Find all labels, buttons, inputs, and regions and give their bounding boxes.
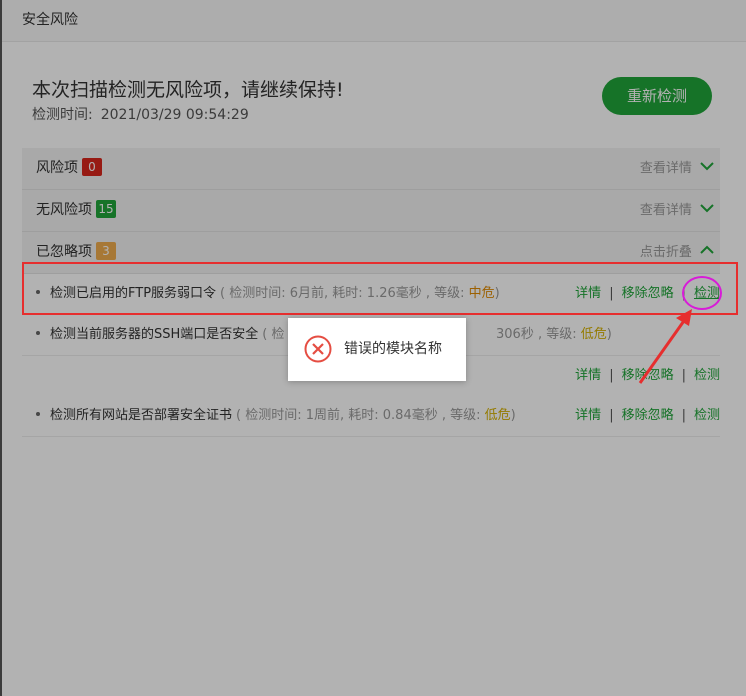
separator: | [609,368,614,383]
collapse-toggle[interactable]: 点击折叠 [640,232,720,273]
meta-text: 306秒 , 等级: [496,327,581,342]
details-link[interactable]: 详情 [575,286,601,301]
group-label: 风险项 [36,160,78,176]
ignored-item-ssl: 检测所有网站是否部署安全证书( 检测时间: 1周前, 耗时: 0.84毫秒 , … [22,396,720,437]
meta-text: ( 检测时间: 6月前, 耗时: 1.26毫秒 , 等级: [220,286,469,301]
toggle-label: 查看详情 [639,161,692,176]
item-meta: ( 检测时间: 6月前, 耗时: 1.26毫秒 , 等级: 中危) [220,286,500,301]
chevron-down-icon [700,162,714,171]
level-badge: 低危 [484,408,511,423]
bullet-icon [36,412,40,416]
item-actions: 详情 | 移除忽略 | 检测 [575,274,720,314]
item-actions: 详情 | 移除忽略 | 检测 [575,356,720,396]
check-link[interactable]: 检测 [694,368,720,383]
toggle-label: 查看详情 [639,203,692,218]
bullet-icon [36,290,40,294]
item-name: 检测已启用的FTP服务弱口令 [50,286,217,301]
safe-count-badge: 15 [96,200,116,218]
meta-text: ( 检测时间: 1周前, 耗时: 0.84毫秒 , 等级: [236,408,485,423]
chevron-up-icon [700,245,714,254]
item-name: 检测当前服务器的SSH端口是否安全 [50,327,259,342]
level-badge: 低危 [580,327,607,342]
item-meta: ( 检测时间: 1周前, 耗时: 0.84毫秒 , 等级: 低危) [236,408,516,423]
details-link[interactable]: 详情 [575,408,601,423]
risk-list: 风险项 0 查看详情 无风险项 15 查看详情 已忽略项 3 点击折叠 检测已启用的F… [22,148,720,437]
item-name: 检测所有网站是否部署安全证书 [50,408,233,423]
meta-suffix: ) [494,286,500,301]
view-details-toggle[interactable]: 查看详情 [640,148,720,189]
toast-message: 错误的模块名称 [344,341,442,357]
meta-suffix: ) [510,408,516,423]
recheck-button[interactable]: 重新检测 [602,77,712,115]
separator: | [681,408,686,423]
remove-ignore-link[interactable]: 移除忽略 [622,408,674,423]
toggle-label: 点击折叠 [639,245,692,260]
scan-time-value: 2021/03/29 09:54:29 [100,107,249,123]
group-risk-items[interactable]: 风险项 0 查看详情 [22,148,720,190]
group-label: 已忽略项 [36,244,92,260]
check-link[interactable]: 检测 [694,408,720,423]
meta-text: ( 检 [262,327,285,342]
risk-count-badge: 0 [82,158,102,176]
summary-title: 本次扫描检测无风险项，请继续保持! [32,79,344,101]
remove-ignore-link[interactable]: 移除忽略 [622,368,674,383]
dialog-title: 安全风险 [2,0,746,42]
level-badge: 中危 [468,286,495,301]
separator: | [681,368,686,383]
scan-summary: 本次扫描检测无风险项，请继续保持! 检测时间: 2021/03/29 09:54:… [32,78,344,124]
item-meta-tail: 306秒 , 等级: 低危) [496,315,612,355]
separator: | [609,286,614,301]
scan-time-label: 检测时间: [32,107,93,123]
meta-suffix: ) [606,327,612,342]
remove-ignore-link[interactable]: 移除忽略 [622,286,674,301]
separator: | [681,286,686,301]
group-label: 无风险项 [36,202,92,218]
bullet-icon [36,331,40,335]
item-meta: ( 检 [262,327,284,342]
group-safe-items[interactable]: 无风险项 15 查看详情 [22,190,720,232]
check-link[interactable]: 检测 [694,286,720,301]
error-circle-icon [304,335,332,363]
scan-time: 检测时间: 2021/03/29 09:54:29 [32,104,344,124]
separator: | [609,408,614,423]
view-details-toggle[interactable]: 查看详情 [640,190,720,231]
group-ignored-items[interactable]: 已忽略项 3 点击折叠 [22,232,720,274]
details-link[interactable]: 详情 [575,368,601,383]
ignored-item-ftp: 检测已启用的FTP服务弱口令( 检测时间: 6月前, 耗时: 1.26毫秒 , … [22,274,720,315]
error-toast: 错误的模块名称 [288,318,466,381]
ignored-count-badge: 3 [96,242,116,260]
chevron-down-icon [700,204,714,213]
item-actions: 详情 | 移除忽略 | 检测 [575,396,720,436]
